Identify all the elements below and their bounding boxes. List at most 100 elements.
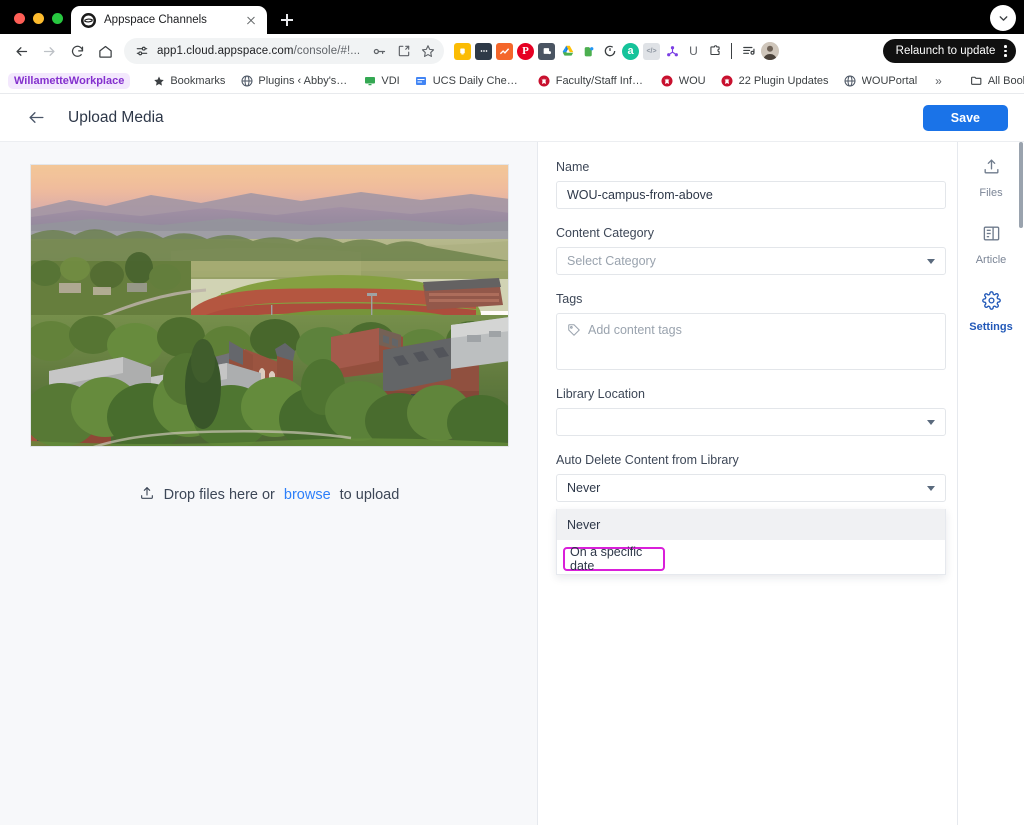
- auto-delete-label: Auto Delete Content from Library: [556, 453, 739, 467]
- close-tab-icon[interactable]: [243, 12, 259, 28]
- scrollbar-thumb[interactable]: [1019, 142, 1023, 228]
- bookmark-22-plugin-updates[interactable]: 22 Plugin Updates: [715, 72, 835, 89]
- browser-tab[interactable]: Appspace Channels: [71, 6, 267, 34]
- bookmark-bookmarks[interactable]: Bookmarks: [146, 72, 231, 89]
- ext-yellow-bulb-icon[interactable]: [454, 42, 471, 60]
- tab-strip: Appspace Channels: [0, 0, 1024, 34]
- bookmark-wou[interactable]: WOU: [655, 72, 712, 89]
- ext-puzzle-icon[interactable]: [706, 43, 723, 60]
- content-category-select[interactable]: Select Category: [556, 247, 946, 275]
- tag-icon: [567, 323, 581, 342]
- monitor-icon: [363, 74, 376, 87]
- extensions-row: P a </> U: [454, 42, 877, 60]
- url-text: app1.cloud.appspace.com/console/#!...: [157, 45, 361, 57]
- wou-wolf-icon: [661, 74, 674, 87]
- new-tab-icon[interactable]: [273, 6, 301, 34]
- media-preview-pane: Drop files here or browse to upload: [0, 142, 538, 825]
- relaunch-label: Relaunch to update: [895, 45, 996, 57]
- bookmarks-bar: WillametteWorkplace Bookmarks Plugins ‹ …: [0, 68, 1024, 94]
- toolbar-divider: [731, 43, 732, 59]
- chevron-down-icon: [927, 485, 935, 491]
- tune-icon[interactable]: [133, 43, 150, 60]
- page-title: Upload Media: [68, 108, 164, 126]
- media-preview-frame: [30, 164, 509, 447]
- bookmark-wouportal[interactable]: WOUPortal: [838, 72, 924, 89]
- ext-google-drive-icon[interactable]: [559, 43, 576, 60]
- maximize-window-button[interactable]: [52, 13, 63, 24]
- wou-wolf-icon: [538, 74, 551, 87]
- page-header: Upload Media Save: [0, 94, 1024, 142]
- library-location-label: Library Location: [556, 387, 645, 401]
- dropdown-option-never[interactable]: Never: [557, 509, 945, 540]
- ext-pinterest-icon[interactable]: P: [517, 42, 534, 60]
- bookmark-willamette-workplace[interactable]: WillametteWorkplace: [8, 72, 131, 89]
- bookmark-plugins-abbys[interactable]: Plugins ‹ Abby's H...: [234, 72, 354, 89]
- upload-files-icon: [982, 157, 1001, 181]
- field-auto-delete: Auto Delete Content from Library Never N…: [556, 453, 964, 575]
- auto-delete-select[interactable]: Never: [556, 474, 946, 502]
- browser-toolbar: app1.cloud.appspace.com/console/#!... P …: [0, 34, 1024, 68]
- chevron-down-icon[interactable]: [990, 5, 1016, 31]
- rail-item-article[interactable]: Article: [958, 218, 1024, 266]
- kebab-menu-icon[interactable]: [1001, 45, 1010, 57]
- bookmarks-overflow-icon[interactable]: »: [929, 74, 948, 88]
- gear-icon: [981, 291, 1001, 315]
- save-button[interactable]: Save: [922, 104, 1008, 131]
- ext-orange-chart-icon[interactable]: [496, 42, 513, 60]
- field-library-location: Library Location: [556, 387, 964, 436]
- ext-clock-dark-icon[interactable]: [601, 43, 618, 60]
- bookmark-ucs-daily-checkin[interactable]: UCS Daily Checkin: [409, 72, 529, 89]
- rail-item-files[interactable]: Files: [958, 151, 1024, 199]
- ext-purple-network-icon[interactable]: [664, 43, 681, 60]
- window-controls[interactable]: [8, 13, 71, 34]
- rail-label-files: Files: [979, 187, 1003, 199]
- ext-dark-text-icon[interactable]: [475, 42, 492, 60]
- browser-window: Appspace Channels app1.cloud.appspace.co…: [0, 0, 1024, 826]
- drop-text-before: Drop files here or: [163, 487, 275, 503]
- auto-delete-value: Never: [567, 481, 601, 495]
- ext-evernote-icon[interactable]: [580, 43, 597, 60]
- arrow-left-icon[interactable]: [8, 38, 34, 64]
- install-app-icon[interactable]: [395, 43, 412, 60]
- ext-code-gray-icon[interactable]: </>: [643, 42, 660, 60]
- home-icon[interactable]: [92, 38, 118, 64]
- wou-wolf-icon: [721, 74, 734, 87]
- name-input[interactable]: WOU-campus-from-above: [556, 181, 946, 209]
- chevron-down-icon: [927, 419, 935, 425]
- star-icon: [152, 74, 165, 87]
- page-body: Drop files here or browse to upload Name…: [0, 142, 1024, 825]
- star-icon[interactable]: [419, 43, 436, 60]
- arrow-right-icon[interactable]: [36, 38, 62, 64]
- appspace-logo-icon: [81, 12, 96, 28]
- content-category-label: Content Category: [556, 226, 654, 240]
- ext-gray-badge-icon[interactable]: [538, 42, 555, 60]
- minimize-window-button[interactable]: [33, 13, 44, 24]
- dropdown-option-on-a-specific-date[interactable]: On a specific date: [563, 545, 665, 573]
- name-value: WOU-campus-from-above: [567, 188, 713, 202]
- key-icon[interactable]: [371, 43, 388, 60]
- bookmark-vdi[interactable]: VDI: [357, 72, 405, 89]
- all-bookmarks-button[interactable]: All Bookmarks: [964, 72, 1024, 89]
- reading-list-icon[interactable]: [740, 43, 757, 60]
- tags-input[interactable]: Add content tags: [556, 313, 946, 370]
- field-tags: Tags Add content tags: [556, 292, 964, 370]
- profile-avatar[interactable]: [761, 42, 779, 60]
- name-label: Name: [556, 160, 590, 174]
- reload-icon[interactable]: [64, 38, 90, 64]
- close-window-button[interactable]: [14, 13, 25, 24]
- browse-link[interactable]: browse: [284, 487, 331, 503]
- ext-grammarly-icon[interactable]: a: [622, 42, 639, 60]
- upload-icon: [139, 485, 155, 505]
- rail-item-settings[interactable]: Settings: [958, 285, 1024, 333]
- relaunch-to-update-button[interactable]: Relaunch to update: [882, 39, 1016, 63]
- page-scrollbar[interactable]: [1019, 142, 1024, 825]
- library-location-select[interactable]: [556, 408, 946, 436]
- ext-u-letter-icon[interactable]: U: [685, 43, 702, 60]
- drop-text-after: to upload: [339, 487, 400, 503]
- bookmark-faculty-staff[interactable]: Faculty/Staff Infor...: [532, 72, 652, 89]
- arrow-left-icon[interactable]: [22, 104, 50, 132]
- article-icon: [982, 224, 1001, 248]
- address-bar[interactable]: app1.cloud.appspace.com/console/#!...: [124, 38, 444, 64]
- auto-delete-dropdown: Never On a specific date: [556, 509, 946, 575]
- tags-label: Tags: [556, 292, 583, 306]
